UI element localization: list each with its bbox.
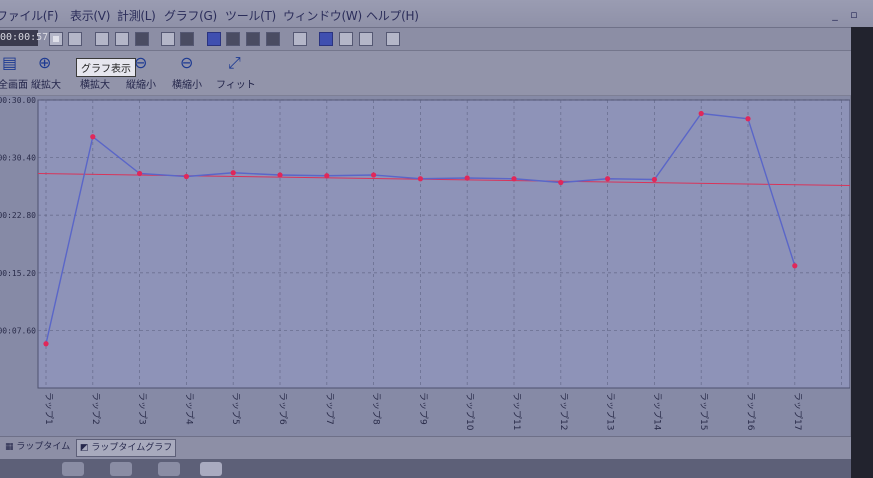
taskbar-app-icon[interactable] [158,462,180,476]
x-tick-label: ラップ10 [464,392,475,431]
x-tick-label: ラップ1 [43,392,54,425]
chart-icon: ◩ [80,443,92,453]
tab-lap-time-label: ラップタイム [16,442,71,452]
taskbar-app-icon[interactable] [200,462,222,476]
x-tick-label: ラップ11 [511,392,522,430]
zoom-out-icon[interactable]: ⊖ [180,54,193,72]
paste-icon[interactable] [180,32,194,46]
data-point [417,176,423,182]
window-edge [851,27,873,478]
x-tick-label: ラップ4 [183,392,194,425]
lap-time-chart: 00:30.00 00:30.40 00:22.80 00:15.20 00:07.60… [0,96,850,431]
export-icon[interactable] [115,32,129,46]
x-tick-label: ラップ6 [277,392,288,425]
y-tick-label: 00:30.40 [0,154,36,163]
ribbon-label-shrink-horizontal[interactable]: 横縮小 [172,76,202,91]
print-icon[interactable] [135,32,149,46]
data-point [90,134,96,140]
ribbon-label-fit[interactable]: フィット [216,76,256,91]
x-tick-label: ラップ2 [90,392,101,425]
x-tick-label: ラップ17 [792,392,803,430]
data-point [511,176,517,182]
data-point [745,116,751,122]
tile-horizontal-icon[interactable] [339,32,353,46]
view-table-icon[interactable] [246,32,260,46]
toolbar [0,28,873,51]
data-point [371,172,377,178]
tab-lap-time-graph[interactable]: ◩ ラップタイムグラフ [76,439,177,457]
taskbar-app-icon[interactable] [110,462,132,476]
new-icon[interactable] [49,32,63,46]
data-point [792,263,798,269]
data-point [651,176,658,183]
tab-lap-time-graph-label: ラップタイムグラフ [91,443,173,453]
chart-grid [37,99,850,389]
y-tick-label: 00:15.20 [0,269,36,278]
graph-icon[interactable]: ▤ [2,54,17,72]
menu-file[interactable]: ファイル(F) [0,7,58,24]
menu-window[interactable]: ウィンドウ(W) [283,7,362,24]
y-tick-label: 00:07.60 [0,326,36,335]
x-tick-label: ラップ15 [698,392,709,430]
taskbar-app-icon[interactable] [62,462,84,476]
data-point [183,173,189,180]
plot-area [37,99,850,389]
x-tick-label: ラップ3 [137,392,148,425]
ribbon-label-zoom-horizontal[interactable]: 横拡大 [80,76,110,91]
zoom-out-icon[interactable]: ⊖ [134,54,147,72]
data-point [605,176,611,182]
data-point [698,110,704,117]
data-point [43,341,49,347]
fit-icon[interactable]: ⤢ [228,54,241,72]
x-tick-label: ラップ8 [371,392,382,425]
x-tick-label: ラップ14 [651,392,662,431]
ribbon-label-shrink-vertical[interactable]: 縦縮小 [126,76,156,91]
x-tick-label: ラップ7 [324,392,335,425]
table-icon: ▦ [5,442,17,452]
timer-display: 00:00:57 [0,30,48,46]
settings-icon[interactable] [293,32,307,46]
data-point [324,173,330,179]
restore-icon[interactable]: ▫ [848,9,860,21]
menu-tools[interactable]: ツール(T) [225,7,276,24]
tab-lap-time[interactable]: ▦ ラップタイム [2,439,73,455]
data-point [230,170,236,176]
cascade-icon[interactable] [319,32,333,46]
data-point [137,170,143,177]
menu-measure[interactable]: 計測(L) [117,7,156,24]
ribbon-label-fullscreen[interactable]: 全画面 [0,76,28,91]
menu-help[interactable]: ヘルプ(H) [366,7,419,24]
open-icon[interactable] [68,32,82,46]
data-point [558,179,564,186]
x-tick-label: ラップ12 [558,392,569,430]
ribbon-label-zoom-vertical[interactable]: 縦拡大 [31,76,61,91]
minimize-icon[interactable]: _ [829,9,841,21]
y-tick-label: 00:22.80 [0,211,36,220]
data-point [464,175,470,181]
menu-bar: ファイル(F) 表示(V) 計測(L) グラフ(G) ツール(T) ウィンドウ(… [0,0,873,28]
menu-graph[interactable]: グラフ(G) [164,7,217,24]
y-tick-label: 00:30.00 [0,96,36,105]
tooltip: グラフ表示 [76,58,136,77]
zoom-in-icon[interactable]: ⊕ [38,54,51,72]
view-grid-icon[interactable] [266,32,280,46]
view-single-icon[interactable] [207,32,221,46]
x-tick-label: ラップ16 [745,392,756,431]
tile-vertical-icon[interactable] [359,32,373,46]
menu-view[interactable]: 表示(V) [70,7,110,24]
save-icon[interactable] [95,32,109,46]
window-list-icon[interactable] [386,32,400,46]
data-point [277,172,283,178]
x-tick-label: ラップ9 [417,392,428,425]
x-tick-label: ラップ13 [605,392,616,430]
view-list-icon[interactable] [226,32,240,46]
copy-icon[interactable] [161,32,175,46]
x-tick-label: ラップ5 [230,392,241,425]
